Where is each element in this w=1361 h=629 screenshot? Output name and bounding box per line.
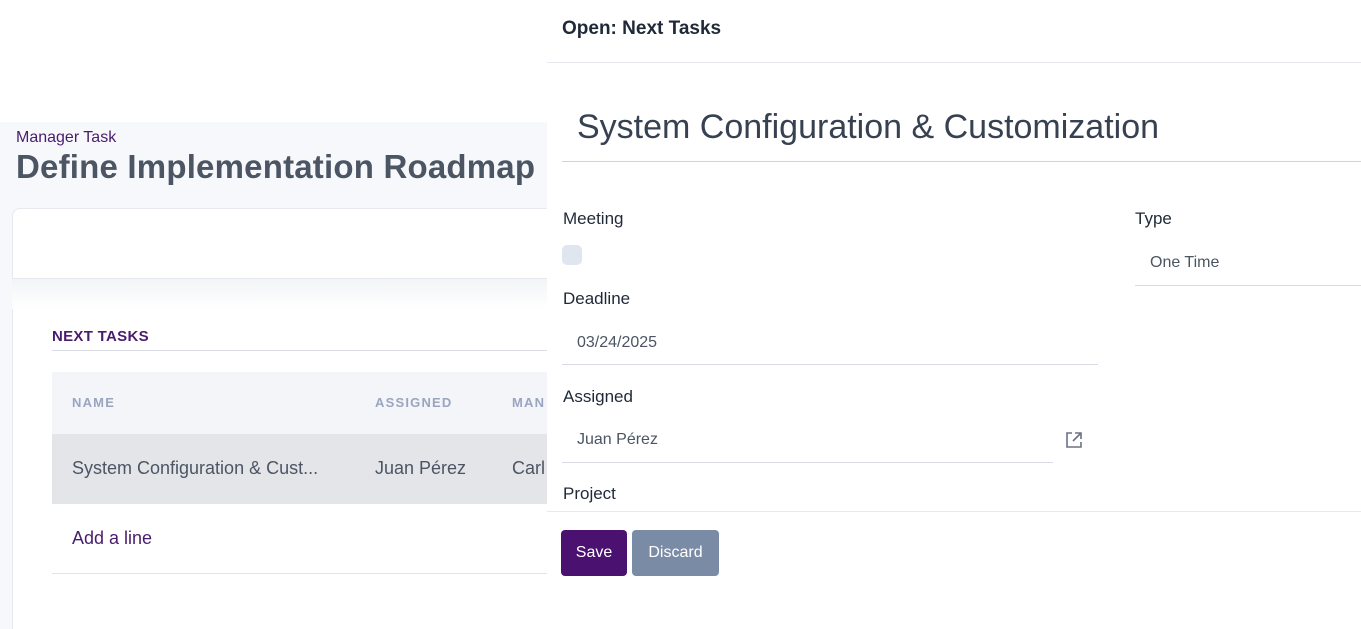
cell-task-name: System Configuration & Cust... [72,458,319,478]
column-header-assigned[interactable]: ASSIGNED [375,395,453,410]
meeting-label: Meeting [563,209,624,228]
assigned-input[interactable]: Juan Pérez [562,431,1053,449]
assigned-underline [562,462,1053,463]
dialog-title: Open: Next Tasks [562,18,722,39]
deadline-input[interactable]: 03/24/2025 [562,334,1098,352]
cell-manager: Carl [512,458,546,478]
assigned-label: Assigned [563,387,633,406]
sheet-shadow [12,279,572,309]
breadcrumb[interactable]: Manager Task [16,129,116,147]
project-label: Project [563,484,616,503]
section-divider [52,350,562,351]
add-line-link[interactable]: Add a line [72,528,152,549]
save-button[interactable]: Save [561,530,627,576]
deadline-underline [562,364,1098,365]
type-label: Type [1135,209,1172,228]
deadline-label: Deadline [563,289,631,308]
meeting-checkbox[interactable] [562,245,582,265]
section-title-next-tasks: NEXT TASKS [52,328,149,345]
discard-button[interactable]: Discard [632,530,719,576]
dialog-header: Open: Next Tasks [547,0,1361,63]
task-name-input[interactable]: System Configuration & Customization [562,100,1361,162]
external-link-icon[interactable] [1064,430,1084,450]
table-bottom-divider [52,573,562,574]
record-title: Define Implementation Roadmap [16,148,536,185]
dialog-footer-divider [547,511,1361,512]
open-record-dialog: Open: Next Tasks System Configuration & … [547,0,1361,629]
type-underline [1135,285,1361,286]
column-header-manager[interactable]: MAN [512,395,545,410]
column-header-name[interactable]: NAME [72,395,115,410]
table-header [52,372,562,434]
cell-assigned: Juan Pérez [375,458,467,478]
type-select[interactable]: One Time [1135,254,1361,272]
